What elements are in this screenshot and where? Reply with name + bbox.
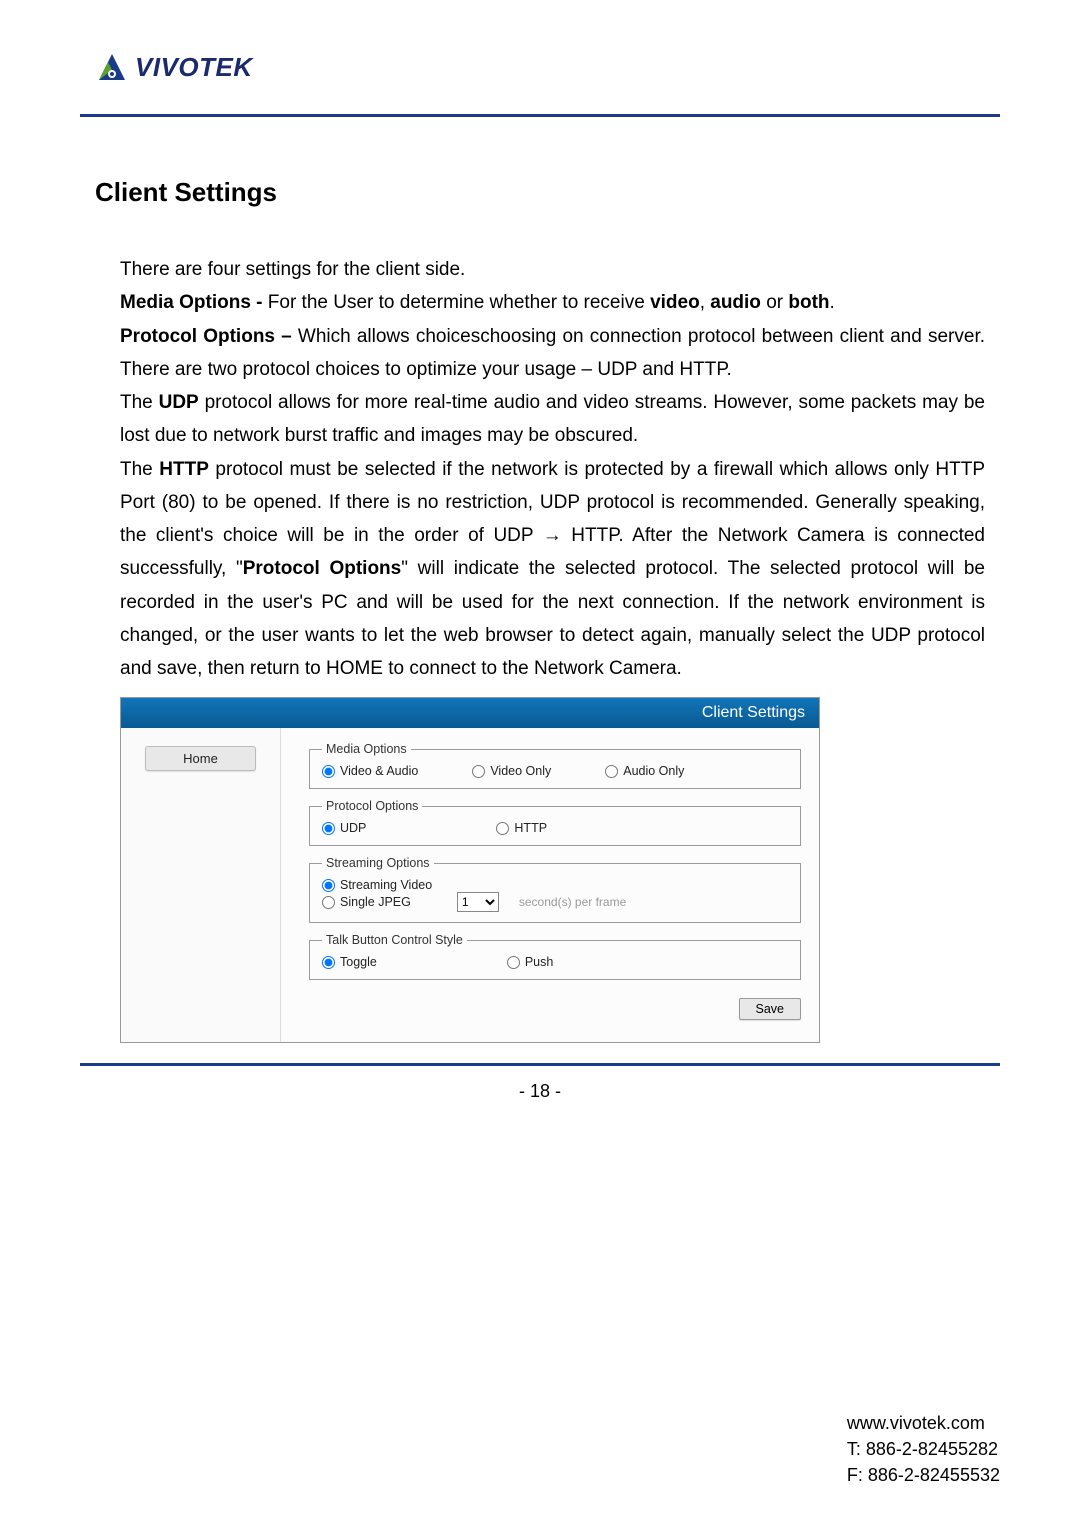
- radio-streaming-video-input[interactable]: [322, 879, 335, 892]
- seconds-per-frame-label: second(s) per frame: [519, 895, 626, 909]
- talk-button-fieldset: Talk Button Control Style Toggle Push: [309, 933, 801, 980]
- radio-push-input[interactable]: [507, 956, 520, 969]
- header-divider: [80, 114, 1000, 117]
- radio-video-audio[interactable]: Video & Audio: [322, 764, 418, 778]
- panel-header: Client Settings: [121, 698, 819, 728]
- radio-push[interactable]: Push: [507, 955, 554, 969]
- seconds-per-frame-select[interactable]: 1: [457, 892, 499, 912]
- streaming-options-fieldset: Streaming Options Streaming Video Single…: [309, 856, 801, 923]
- talk-button-legend: Talk Button Control Style: [322, 933, 467, 947]
- body-text: There are four settings for the client s…: [120, 253, 985, 685]
- footer-url: www.vivotek.com: [847, 1410, 1000, 1436]
- radio-http-input[interactable]: [496, 822, 509, 835]
- protocol-options-fieldset: Protocol Options UDP HTTP: [309, 799, 801, 846]
- radio-udp[interactable]: UDP: [322, 821, 366, 835]
- radio-video-only[interactable]: Video Only: [472, 764, 551, 778]
- media-options-legend: Media Options: [322, 742, 411, 756]
- radio-video-only-input[interactable]: [472, 765, 485, 778]
- radio-toggle-input[interactable]: [322, 956, 335, 969]
- page-number: - 18 -: [80, 1081, 1000, 1102]
- section-title: Client Settings: [95, 177, 985, 208]
- logo-text: VIVOTEK: [135, 52, 253, 83]
- radio-single-jpeg[interactable]: Single JPEG: [322, 895, 411, 909]
- media-options-paragraph: Media Options - For the User to determin…: [120, 286, 985, 319]
- radio-single-jpeg-input[interactable]: [322, 896, 335, 909]
- radio-video-audio-input[interactable]: [322, 765, 335, 778]
- radio-toggle[interactable]: Toggle: [322, 955, 377, 969]
- panel-sidebar: Home: [121, 728, 281, 1042]
- logo-area: VIVOTEK: [95, 50, 1000, 84]
- http-paragraph: The HTTP protocol must be selected if th…: [120, 453, 985, 686]
- intro-line: There are four settings for the client s…: [120, 253, 985, 286]
- home-button[interactable]: Home: [145, 746, 256, 771]
- footer-tel: T: 886-2-82455282: [847, 1436, 1000, 1462]
- radio-http[interactable]: HTTP: [496, 821, 547, 835]
- save-button[interactable]: Save: [739, 998, 802, 1020]
- protocol-options-paragraph: Protocol Options – Which allows choicesc…: [120, 320, 985, 387]
- radio-udp-input[interactable]: [322, 822, 335, 835]
- footer-fax: F: 886-2-82455532: [847, 1462, 1000, 1488]
- radio-audio-only-input[interactable]: [605, 765, 618, 778]
- radio-audio-only[interactable]: Audio Only: [605, 764, 684, 778]
- footer-divider: [80, 1063, 1000, 1066]
- media-options-fieldset: Media Options Video & Audio Video Only A…: [309, 742, 801, 789]
- radio-streaming-video[interactable]: Streaming Video: [322, 878, 432, 892]
- footer-contact: www.vivotek.com T: 886-2-82455282 F: 886…: [847, 1410, 1000, 1488]
- streaming-options-legend: Streaming Options: [322, 856, 434, 870]
- vivotek-logo-icon: [95, 50, 129, 84]
- udp-paragraph: The UDP protocol allows for more real-ti…: [120, 386, 985, 453]
- client-settings-panel: Client Settings Home Media Options Video…: [120, 697, 820, 1043]
- protocol-options-legend: Protocol Options: [322, 799, 422, 813]
